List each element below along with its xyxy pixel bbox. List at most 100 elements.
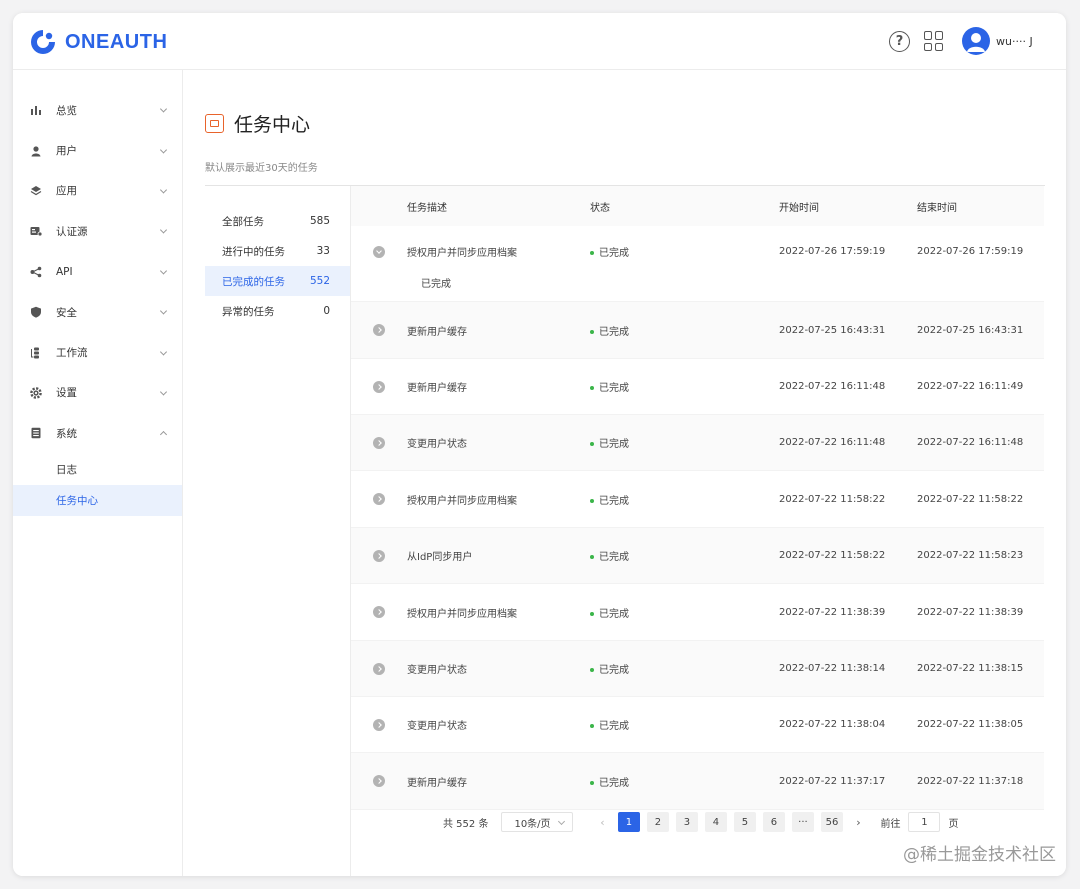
sidebar-item-settings[interactable]: 设置	[13, 373, 182, 413]
task-status: 已完成	[590, 717, 779, 732]
filter-completed-tasks[interactable]: 已完成的任务 552	[205, 266, 350, 296]
status-dot-icon	[590, 329, 594, 334]
table-row[interactable]: 变更用户状态 已完成 2022-07-22 11:38:14 2022-07-2…	[351, 641, 1044, 697]
sidebar-item-workflow[interactable]: 工作流	[13, 332, 182, 372]
expand-row-icon[interactable]	[373, 493, 385, 505]
apps-grid-icon[interactable]	[924, 31, 944, 51]
task-end-time: 2022-07-22 11:58:22	[917, 493, 1024, 505]
table-row[interactable]: 授权用户并同步应用档案 已完成 2022-07-26 17:59:19 2022…	[351, 226, 1044, 302]
page-button[interactable]: 1	[617, 812, 640, 832]
status-dot-icon	[590, 251, 594, 255]
task-desc: 变更用户状态	[407, 665, 467, 676]
task-status: 已完成	[590, 379, 779, 394]
chevron-down-icon	[159, 226, 168, 234]
page-button[interactable]: 6	[762, 812, 785, 832]
page-size-value: 10条/页	[514, 818, 551, 830]
filter-count: 552	[309, 275, 330, 287]
filter-label: 进行中的任务	[222, 245, 285, 258]
expand-row-icon[interactable]	[373, 606, 385, 618]
layers-icon	[30, 185, 42, 197]
sidebar-item-security[interactable]: 安全	[13, 292, 182, 332]
prev-page-icon[interactable]: ‹	[590, 816, 614, 829]
user-icon	[30, 145, 42, 157]
sidebar-item-overview[interactable]: 总览	[13, 90, 182, 130]
filter-error-tasks[interactable]: 异常的任务 0	[205, 296, 350, 326]
filter-count: 0	[323, 305, 330, 317]
table-row[interactable]: 授权用户并同步应用档案 已完成 2022-07-22 11:38:39 2022…	[351, 584, 1044, 641]
sidebar-item-api[interactable]: API	[13, 252, 182, 292]
task-end-time: 2022-07-22 11:37:18	[917, 775, 1024, 787]
expand-row-icon[interactable]	[373, 380, 385, 393]
goto-page-input[interactable]	[908, 812, 941, 832]
sidebar-item-users[interactable]: 用户	[13, 130, 182, 170]
task-status: 已完成	[590, 774, 779, 789]
task-start-time: 2022-07-22 11:37:17	[779, 775, 886, 787]
more-pages-button[interactable]: ···	[791, 812, 814, 832]
brand-name: ONEAUTH	[65, 30, 168, 53]
shield-icon	[30, 306, 42, 318]
task-status: 已完成	[590, 548, 779, 563]
sidebar-subitem-task-center[interactable]: 任务中心	[13, 484, 182, 516]
table-row[interactable]: 授权用户并同步应用档案 已完成 2022-07-22 11:58:22 2022…	[351, 471, 1044, 528]
sidebar-item-apps[interactable]: 应用	[13, 171, 182, 211]
expand-row-icon[interactable]	[373, 662, 385, 675]
table-row[interactable]: 更新用户缓存 已完成 2022-07-25 16:43:31 2022-07-2…	[351, 302, 1044, 359]
page-button[interactable]: 5	[733, 812, 756, 832]
task-desc: 更新用户缓存	[407, 326, 467, 338]
sidebar: 总览 用户 应用 认证源 API 安全 工作流 设置 系统 日志 任务中心	[13, 70, 183, 876]
filter-all-tasks[interactable]: 全部任务 585	[205, 206, 350, 236]
logo[interactable]: ONEAUTH	[29, 28, 167, 56]
expand-row-icon[interactable]	[373, 775, 385, 787]
sidebar-item-auth-sources[interactable]: 认证源	[13, 211, 182, 251]
user-name[interactable]: wu···· J	[996, 35, 1050, 48]
watermark: @稀土掘金技术社区	[903, 845, 1056, 865]
status-dot-icon	[590, 498, 594, 503]
page-button[interactable]: 56	[820, 812, 843, 832]
task-end-time: 2022-07-26 17:59:19	[917, 246, 1024, 257]
task-end-time: 2022-07-22 11:38:05	[917, 719, 1024, 730]
column-header-end: 结束时间	[917, 202, 957, 214]
task-status: 已完成	[590, 605, 779, 620]
task-filter-list: 全部任务 585 进行中的任务 33 已完成的任务 552 异常的任务 0	[205, 186, 351, 876]
table-row[interactable]: 变更用户状态 已完成 2022-07-22 11:38:04 2022-07-2…	[351, 697, 1044, 753]
expand-row-icon[interactable]	[373, 436, 385, 449]
status-dot-icon	[590, 442, 594, 446]
pagination: 共 552 条 10条/页 ‹ 1 2 3 4 5 6 ··· 56 › 前往 …	[443, 812, 958, 832]
main-content: 任务中心 默认展示最近30天的任务 全部任务 585 进行中的任务 33 已完成…	[184, 70, 1066, 876]
page-title: 任务中心	[234, 114, 311, 136]
table-header: 任务描述 状态 开始时间 结束时间	[351, 186, 1044, 226]
sidebar-item-label: 设置	[56, 387, 77, 400]
sidebar-item-label: 应用	[56, 185, 77, 198]
page-button[interactable]: 3	[675, 812, 698, 832]
share-icon	[30, 266, 42, 278]
chevron-up-icon	[159, 431, 168, 439]
user-avatar[interactable]	[962, 27, 990, 55]
sidebar-item-system[interactable]: 系统	[13, 413, 182, 453]
table-row[interactable]: 更新用户缓存 已完成 2022-07-22 16:11:48 2022-07-2…	[351, 359, 1044, 415]
filter-count: 585	[309, 215, 330, 227]
filter-running-tasks[interactable]: 进行中的任务 33	[205, 236, 350, 266]
filter-label: 已完成的任务	[222, 275, 285, 288]
page-button[interactable]: 2	[646, 812, 669, 832]
expand-row-icon[interactable]	[373, 549, 385, 562]
next-page-icon[interactable]: ›	[846, 816, 870, 829]
sidebar-subitem-logs[interactable]: 日志	[13, 454, 182, 485]
table-row[interactable]: 更新用户缓存 已完成 2022-07-22 11:37:17 2022-07-2…	[351, 753, 1044, 810]
task-status: 已完成	[590, 323, 779, 338]
page-button[interactable]: 4	[704, 812, 727, 832]
page-size-select[interactable]: 10条/页	[501, 812, 574, 832]
task-end-time: 2022-07-22 11:38:15	[917, 663, 1024, 674]
expand-row-icon[interactable]	[373, 324, 385, 336]
task-end-time: 2022-07-22 16:11:49	[917, 381, 1024, 392]
top-header: ONEAUTH ? wu···· J	[13, 13, 1066, 70]
task-end-time: 2022-07-25 16:43:31	[917, 324, 1024, 336]
help-icon[interactable]: ?	[889, 30, 910, 52]
sidebar-item-label: 认证源	[56, 225, 88, 238]
expand-row-icon[interactable]	[373, 718, 385, 731]
table-row[interactable]: 从IdP同步用户 已完成 2022-07-22 11:58:22 2022-07…	[351, 528, 1044, 584]
task-desc: 授权用户并同步应用档案	[407, 608, 517, 620]
collapse-row-icon[interactable]	[373, 245, 385, 258]
task-center-icon	[205, 114, 224, 133]
table-row[interactable]: 变更用户状态 已完成 2022-07-22 16:11:48 2022-07-2…	[351, 415, 1044, 471]
app-window: ONEAUTH ? wu···· J 总览 用户 应用 认证源 API 安全 工…	[13, 13, 1066, 876]
